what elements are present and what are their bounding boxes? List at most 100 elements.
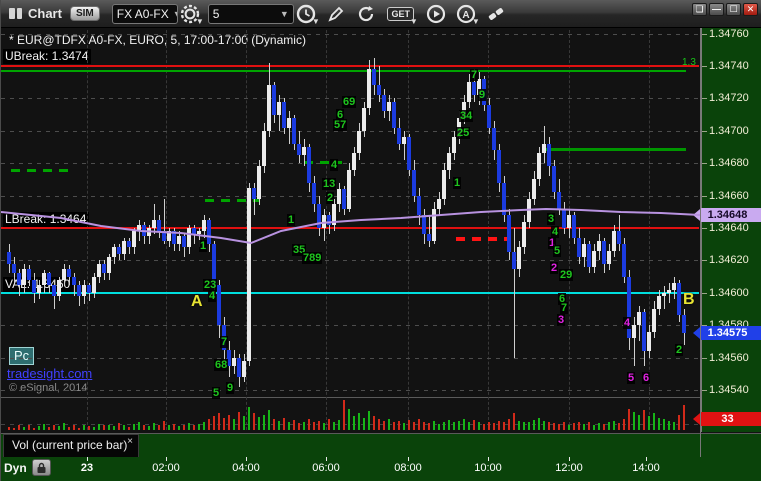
volume-bar bbox=[253, 413, 255, 430]
volume-bar bbox=[433, 421, 435, 430]
candle-body bbox=[17, 273, 21, 285]
candle-body bbox=[67, 269, 71, 277]
price-tick bbox=[702, 293, 707, 294]
symbol-input[interactable]: FX A0-FX ▼ bbox=[111, 3, 178, 24]
gridline-v bbox=[649, 30, 650, 430]
volume-bar bbox=[603, 424, 605, 430]
gridline-h bbox=[1, 390, 699, 391]
candle-body bbox=[257, 166, 261, 199]
interval-input[interactable]: 5 ▼ bbox=[207, 3, 294, 24]
volume-bar bbox=[393, 422, 395, 430]
volume-bar bbox=[13, 428, 15, 430]
pane-divider[interactable] bbox=[1, 397, 700, 398]
trade-annotation: 789 bbox=[302, 252, 323, 264]
candle-body bbox=[332, 204, 336, 225]
price-axis[interactable]: 1.34760 1.34740 1.34720 1.34700 1.34680 1.346… bbox=[701, 28, 761, 432]
time-tick-label: 04:00 bbox=[232, 462, 260, 474]
volume-bar bbox=[563, 422, 565, 430]
volume-bar bbox=[113, 426, 115, 430]
volume-bar bbox=[388, 419, 390, 430]
candle-body bbox=[362, 108, 366, 131]
ma-price-badge: 1.34648 bbox=[693, 208, 761, 222]
price-tick-label: 1.34640 bbox=[709, 222, 749, 234]
tradesight-link[interactable]: tradesight.com bbox=[7, 366, 92, 381]
candle-body bbox=[12, 264, 16, 273]
volume-bar bbox=[93, 427, 95, 430]
candle-body bbox=[572, 215, 576, 238]
price-tick-label: 1.34760 bbox=[709, 28, 749, 40]
candle-wick bbox=[154, 204, 155, 234]
window-close-button[interactable]: ✕ bbox=[743, 3, 758, 16]
candle-body bbox=[397, 128, 401, 144]
chevron-down-icon[interactable]: ▼ bbox=[276, 9, 289, 19]
volume-bar bbox=[623, 419, 625, 430]
volume-bar bbox=[588, 422, 590, 430]
volume-bar bbox=[498, 421, 500, 430]
symbol-value: FX A0-FX bbox=[116, 6, 169, 21]
volume-bar bbox=[283, 418, 285, 430]
candle-body bbox=[7, 252, 11, 264]
volume-bar bbox=[663, 419, 665, 430]
candle-body bbox=[657, 296, 661, 309]
tab-volume-study[interactable]: Vol (current price bar) × bbox=[3, 434, 139, 457]
volume-bar bbox=[343, 400, 345, 430]
candle-body bbox=[372, 69, 376, 85]
tab-close-icon[interactable]: × bbox=[127, 436, 133, 447]
volume-bar bbox=[358, 413, 360, 430]
get-data-button[interactable]: GET ▼ bbox=[386, 2, 418, 26]
volume-bar bbox=[88, 426, 90, 430]
auto-scale-button[interactable]: A ▼ bbox=[454, 2, 480, 26]
gridline-v bbox=[87, 30, 88, 430]
link-tool-button[interactable] bbox=[484, 2, 508, 26]
volume-bar bbox=[188, 423, 190, 430]
window-maximize-button[interactable]: ☐ bbox=[726, 3, 741, 16]
reload-data-button[interactable] bbox=[354, 2, 378, 26]
last-price-badge: 1.34575 bbox=[693, 326, 761, 340]
app-title: Chart bbox=[28, 6, 62, 21]
volume-bar bbox=[368, 411, 370, 430]
window-minimize-button[interactable]: — bbox=[709, 3, 724, 16]
chevron-down-icon[interactable]: ▼ bbox=[169, 9, 177, 19]
price-tick-label: 1.34600 bbox=[709, 287, 749, 299]
candle-body bbox=[232, 358, 236, 366]
candle-body bbox=[22, 269, 26, 285]
lock-button[interactable] bbox=[32, 459, 51, 476]
candle-body bbox=[452, 137, 456, 153]
candle-body bbox=[152, 220, 156, 228]
volume-bar bbox=[428, 423, 430, 430]
volume-bar bbox=[243, 416, 245, 430]
dyn-mode-label[interactable]: Dyn bbox=[4, 461, 27, 475]
candle-body bbox=[27, 269, 31, 280]
volume-bar bbox=[153, 423, 155, 430]
candle-body bbox=[157, 220, 161, 231]
volume-bar bbox=[238, 412, 240, 430]
draw-tool-button[interactable] bbox=[324, 2, 348, 26]
volume-bar bbox=[643, 410, 645, 430]
play-replay-button[interactable] bbox=[424, 2, 448, 26]
chart-settings-button[interactable]: ▼ bbox=[178, 2, 204, 26]
volume-bar bbox=[193, 425, 195, 430]
level-green-dash-1 bbox=[11, 169, 71, 172]
time-template-button[interactable]: ▼ bbox=[294, 2, 320, 26]
volume-bar bbox=[533, 420, 535, 430]
candle-body bbox=[77, 285, 81, 296]
gridline-v bbox=[326, 30, 327, 430]
volume-bar bbox=[273, 419, 275, 430]
window-restore-button[interactable]: ❏ bbox=[692, 3, 707, 16]
candle-body bbox=[632, 325, 636, 338]
volume-bar bbox=[178, 426, 180, 430]
volume-bar bbox=[28, 425, 30, 430]
candle-body bbox=[497, 150, 501, 183]
volume-bar bbox=[18, 425, 20, 430]
candle-body bbox=[112, 247, 116, 257]
candle-body bbox=[302, 147, 306, 155]
price-tick bbox=[702, 163, 707, 164]
candle-body bbox=[377, 85, 381, 95]
price-chart-plot[interactable] bbox=[1, 28, 701, 432]
volume-bar bbox=[288, 422, 290, 430]
trade-annotation: 7 bbox=[220, 336, 229, 348]
candle-wick bbox=[514, 228, 515, 358]
candle-body bbox=[192, 228, 196, 234]
volume-bar bbox=[403, 423, 405, 430]
candle-body bbox=[387, 102, 391, 111]
